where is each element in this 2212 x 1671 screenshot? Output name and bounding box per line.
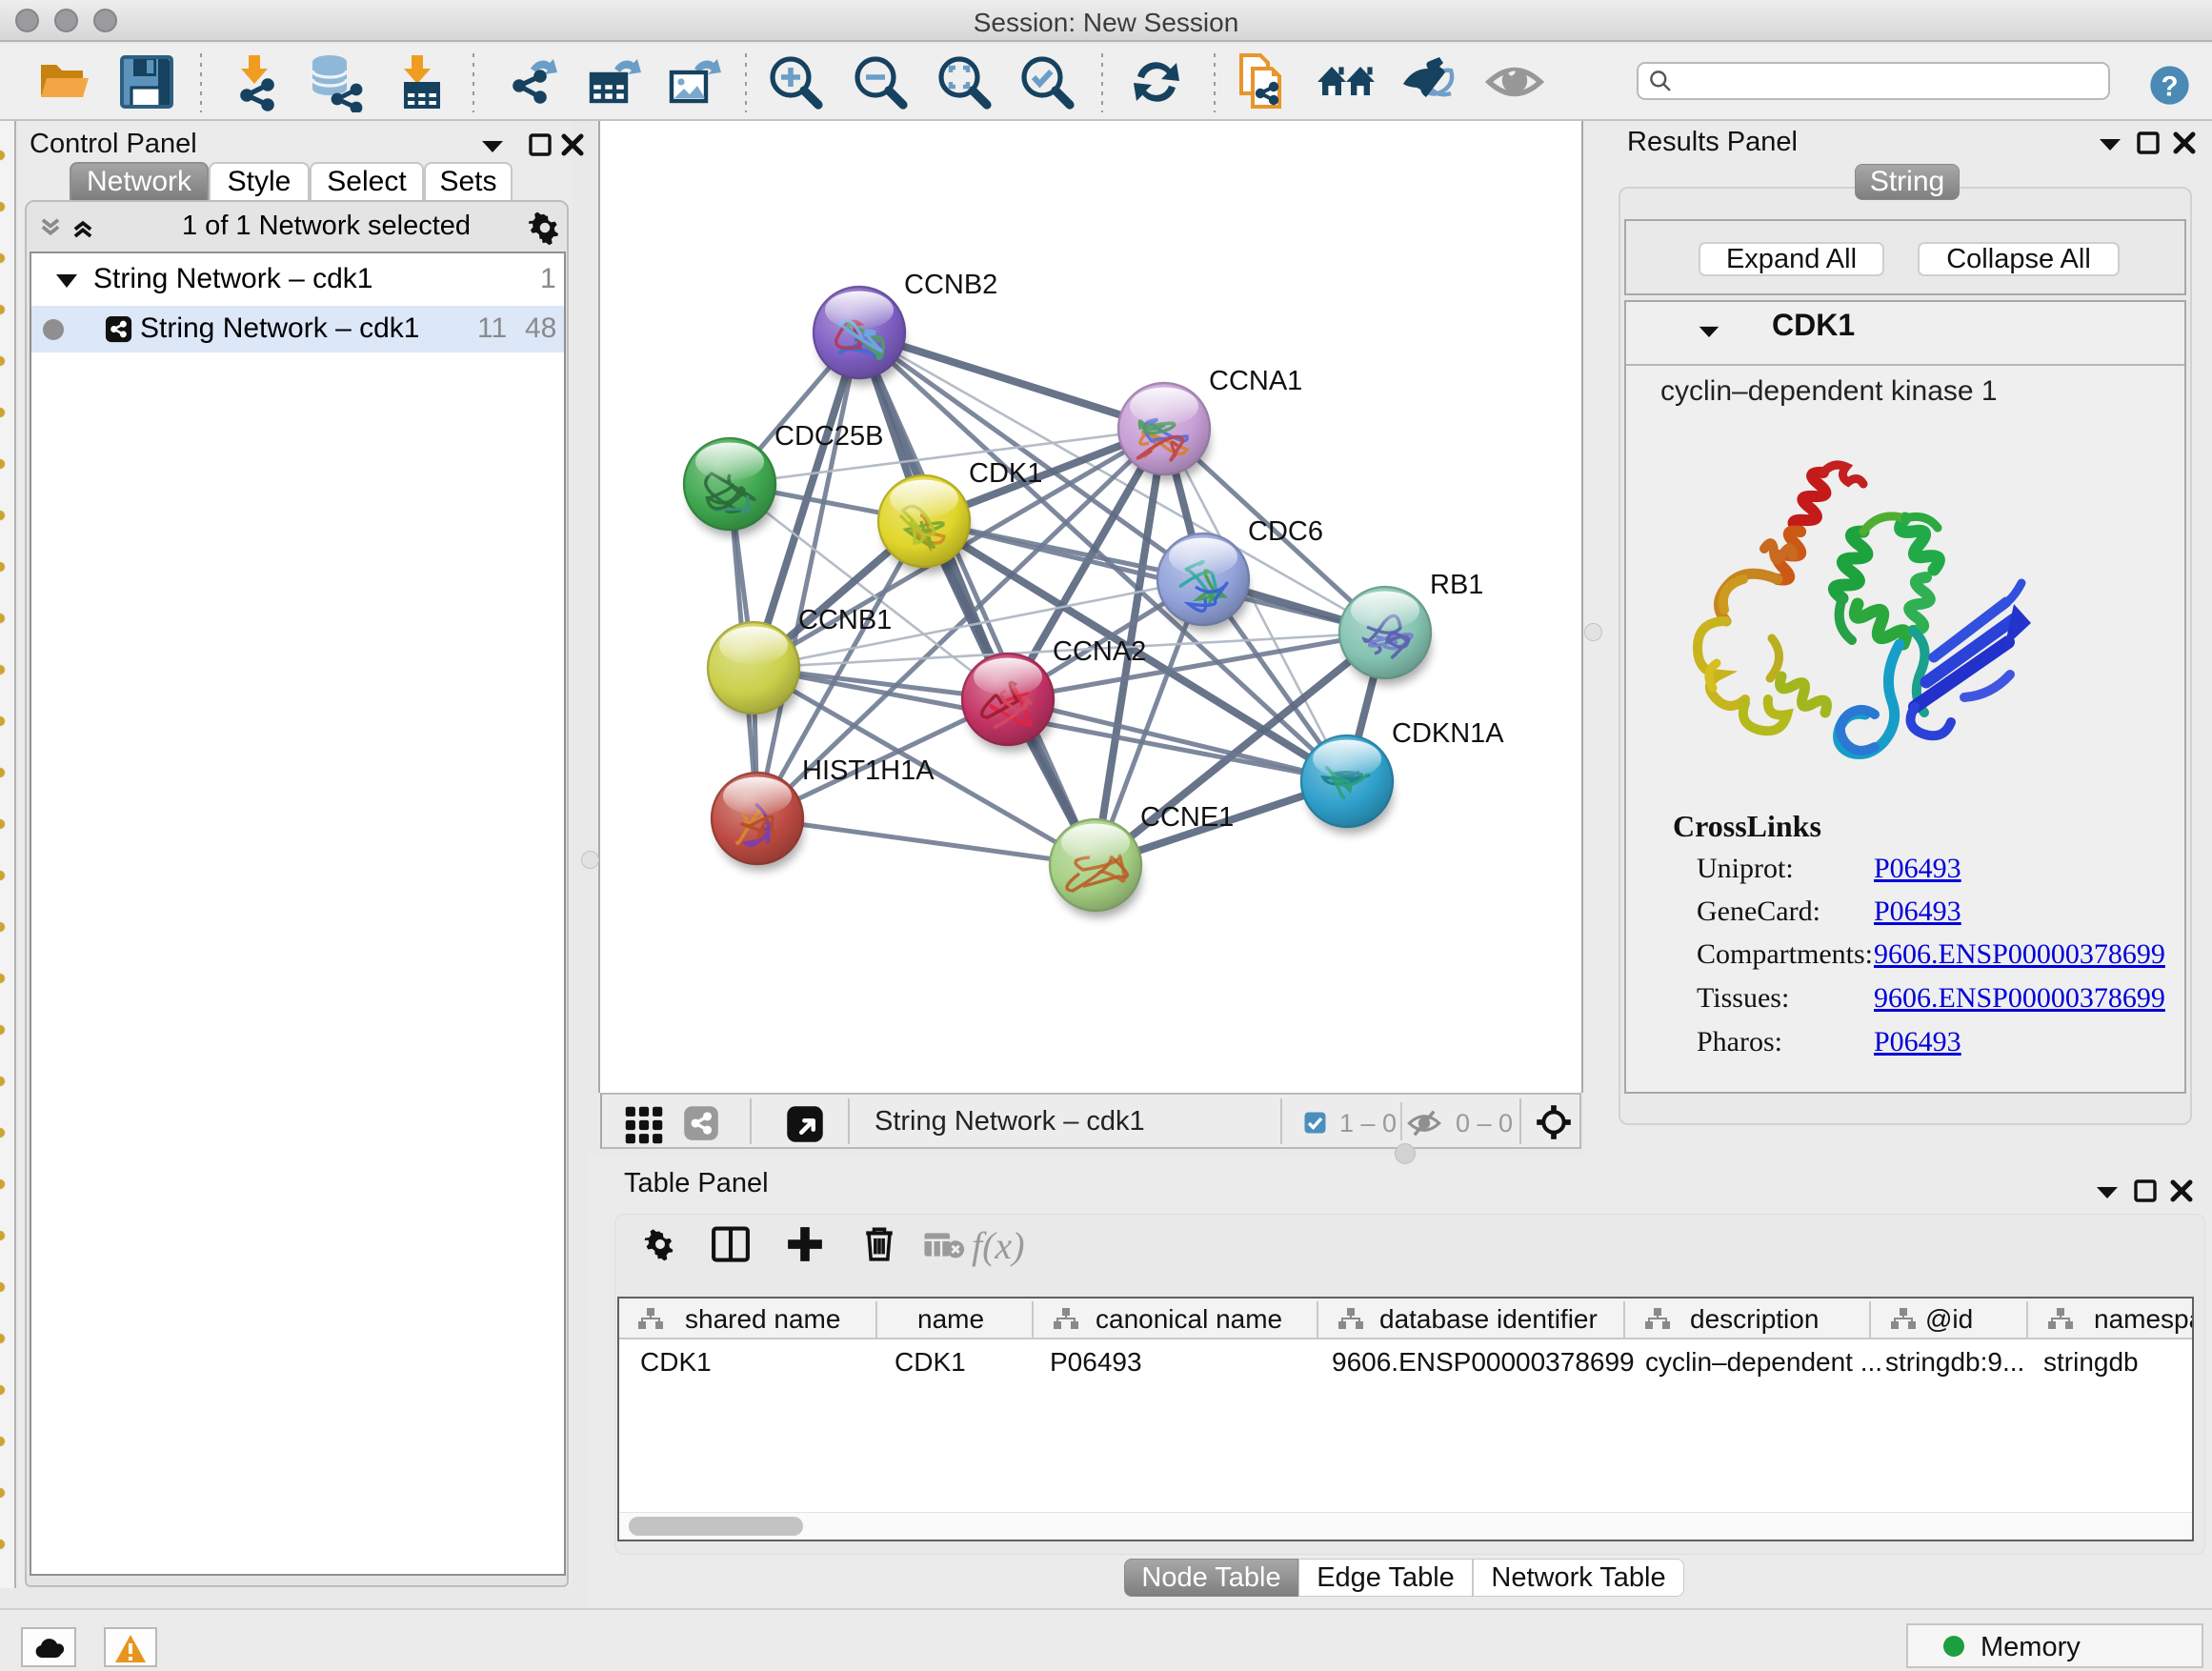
svg-text:CDC25B: CDC25B xyxy=(774,421,883,452)
svg-text:?: ? xyxy=(2161,70,2178,102)
svg-text:CCNE1: CCNE1 xyxy=(1140,802,1234,833)
svg-text:CCNB1: CCNB1 xyxy=(798,605,892,635)
svg-text:HIST1H1A: HIST1H1A xyxy=(802,755,935,786)
svg-text:RB1: RB1 xyxy=(1430,570,1483,600)
svg-text:CDC6: CDC6 xyxy=(1248,516,1323,547)
svg-text:CCNB2: CCNB2 xyxy=(904,270,997,300)
svg-text:CCNA1: CCNA1 xyxy=(1209,366,1302,396)
svg-text:CDKN1A: CDKN1A xyxy=(1392,718,1504,749)
svg-text:CDK1: CDK1 xyxy=(969,458,1042,489)
svg-text:CCNA2: CCNA2 xyxy=(1053,636,1146,667)
